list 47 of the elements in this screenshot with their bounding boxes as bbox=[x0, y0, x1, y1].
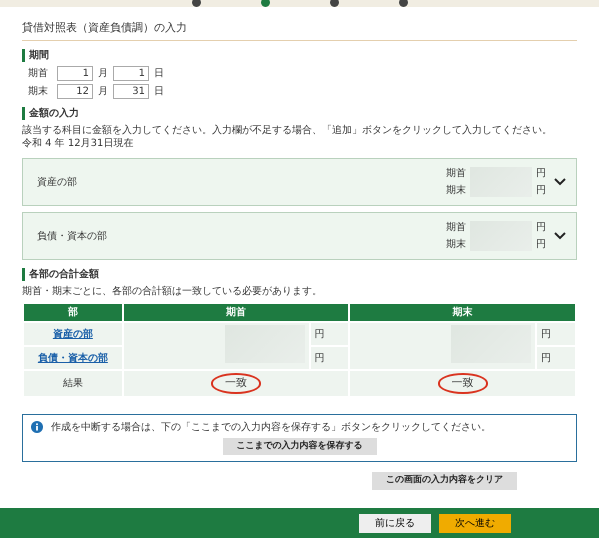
result-text: 一致 bbox=[211, 373, 262, 394]
field-label: 期首 bbox=[446, 221, 466, 234]
field-label: 期首 bbox=[28, 67, 48, 80]
clear-button[interactable]: この画面の入力内容をクリア bbox=[372, 472, 517, 490]
save-button[interactable]: ここまでの入力内容を保存する bbox=[222, 438, 376, 456]
unit-label: 円 bbox=[536, 238, 546, 252]
column-header: 部 bbox=[24, 304, 122, 322]
field-label: 期末 bbox=[446, 184, 466, 198]
field-label: 期末 bbox=[446, 238, 466, 252]
unit-label: 円 bbox=[536, 221, 546, 234]
field-label: 期末 bbox=[28, 85, 48, 98]
page-title: 貸借対照表（資産負債調）の入力 bbox=[22, 13, 577, 42]
next-button[interactable]: 次へ進む bbox=[439, 514, 511, 532]
column-header: 期末 bbox=[350, 304, 575, 322]
unit-label: 円 bbox=[310, 323, 348, 346]
note-text: 期首・期末ごとに、各部の合計額は一致している必要があります。 bbox=[22, 285, 323, 298]
info-text: 作成を中断する場合は、下の「ここまでの入力内容を保存する」ボタンをクリックしてください。 bbox=[51, 420, 491, 434]
unit-label: 月 bbox=[98, 85, 108, 98]
instruction-text: 該当する科目に金額を入力してください。入力欄が不足する場合、「追加」ボタンをクリックして入力してください。 bbox=[22, 124, 553, 138]
section-heading: 期間 bbox=[22, 49, 577, 62]
day-field[interactable]: 1 bbox=[113, 66, 149, 82]
unit-label: 円 bbox=[537, 347, 575, 370]
month-field[interactable]: 1 bbox=[57, 66, 93, 82]
row-label: 結果 bbox=[24, 371, 122, 396]
section-heading: 金額の入力 bbox=[22, 107, 577, 120]
section-name: 負債・資本の部 bbox=[37, 230, 108, 243]
day-field[interactable]: 31 bbox=[113, 84, 149, 100]
section-name: 資産の部 bbox=[37, 176, 78, 189]
unit-label: 日 bbox=[154, 85, 164, 98]
unit-label: 円 bbox=[310, 347, 348, 370]
accordion-panel[interactable]: 負債・資本の部 期首 期末 円 円 bbox=[22, 212, 577, 260]
date-text: 令和 4 年 12月31日現在 bbox=[22, 137, 134, 150]
accordion-panel[interactable]: 資産の部 期首 期末 円 円 bbox=[22, 158, 577, 206]
field-label: 期首 bbox=[446, 167, 466, 180]
info-icon bbox=[31, 421, 43, 434]
result-text: 一致 bbox=[438, 373, 488, 394]
chevron-down-icon[interactable] bbox=[554, 178, 566, 186]
unit-label: 円 bbox=[537, 323, 575, 346]
chevron-down-icon[interactable] bbox=[554, 232, 566, 240]
unit-label: 月 bbox=[98, 67, 108, 80]
month-field[interactable]: 12 bbox=[57, 84, 93, 100]
back-button[interactable]: 前に戻る bbox=[359, 514, 431, 532]
unit-label: 円 bbox=[536, 184, 546, 198]
column-header: 期首 bbox=[124, 304, 348, 322]
unit-label: 円 bbox=[536, 167, 546, 180]
section-heading: 各部の合計金額 bbox=[22, 268, 577, 282]
unit-label: 日 bbox=[154, 67, 164, 80]
